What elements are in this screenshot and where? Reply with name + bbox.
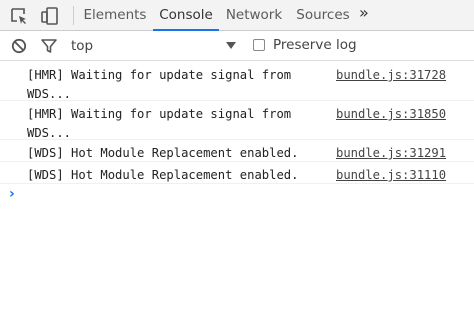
console-messages: [HMR] Waiting for update signal from WDS…: [0, 62, 474, 184]
tab-elements[interactable]: Elements: [81, 0, 149, 30]
tab-network[interactable]: Network: [222, 0, 286, 30]
context-dropdown-arrow-icon[interactable]: [226, 42, 236, 49]
console-message: [HMR] Waiting for update signal from WDS…: [0, 101, 474, 140]
tab-console[interactable]: Console: [153, 0, 219, 31]
console-message-source-link[interactable]: bundle.js:31728: [336, 66, 446, 85]
console-message-text: [WDS] Hot Module Replacement enabled.: [27, 146, 299, 160]
tab-sources[interactable]: Sources: [290, 0, 356, 30]
console-message: [HMR] Waiting for update signal from WDS…: [0, 62, 474, 101]
device-toolbar-icon[interactable]: [40, 6, 60, 26]
console-message-text: [HMR] Waiting for update signal from WDS…: [27, 68, 292, 101]
console-toolbar: top Preserve log: [0, 31, 474, 61]
preserve-log-label[interactable]: Preserve log: [273, 37, 357, 53]
preserve-log-checkbox[interactable]: [253, 39, 265, 51]
console-message: [WDS] Hot Module Replacement enabled. bun…: [0, 140, 474, 162]
console-message-source-link[interactable]: bundle.js:31110: [336, 166, 446, 185]
console-message: [WDS] Hot Module Replacement enabled. bun…: [0, 162, 474, 184]
filter-icon[interactable]: [39, 36, 59, 56]
devtools-tab-bar: Elements Console Network Sources »: [0, 0, 474, 31]
console-prompt-icon[interactable]: ›: [9, 186, 15, 202]
console-message-source-link[interactable]: bundle.js:31850: [336, 105, 446, 124]
inspect-element-icon[interactable]: [9, 6, 29, 26]
clear-console-icon[interactable]: [9, 36, 29, 56]
toolbar-separator: [73, 6, 74, 25]
console-message-source-link[interactable]: bundle.js:31291: [336, 144, 446, 163]
more-tabs-button[interactable]: »: [359, 3, 369, 22]
context-selector[interactable]: top: [71, 38, 93, 54]
console-message-text: [WDS] Hot Module Replacement enabled.: [27, 168, 299, 182]
console-message-text: [HMR] Waiting for update signal from WDS…: [27, 107, 292, 140]
